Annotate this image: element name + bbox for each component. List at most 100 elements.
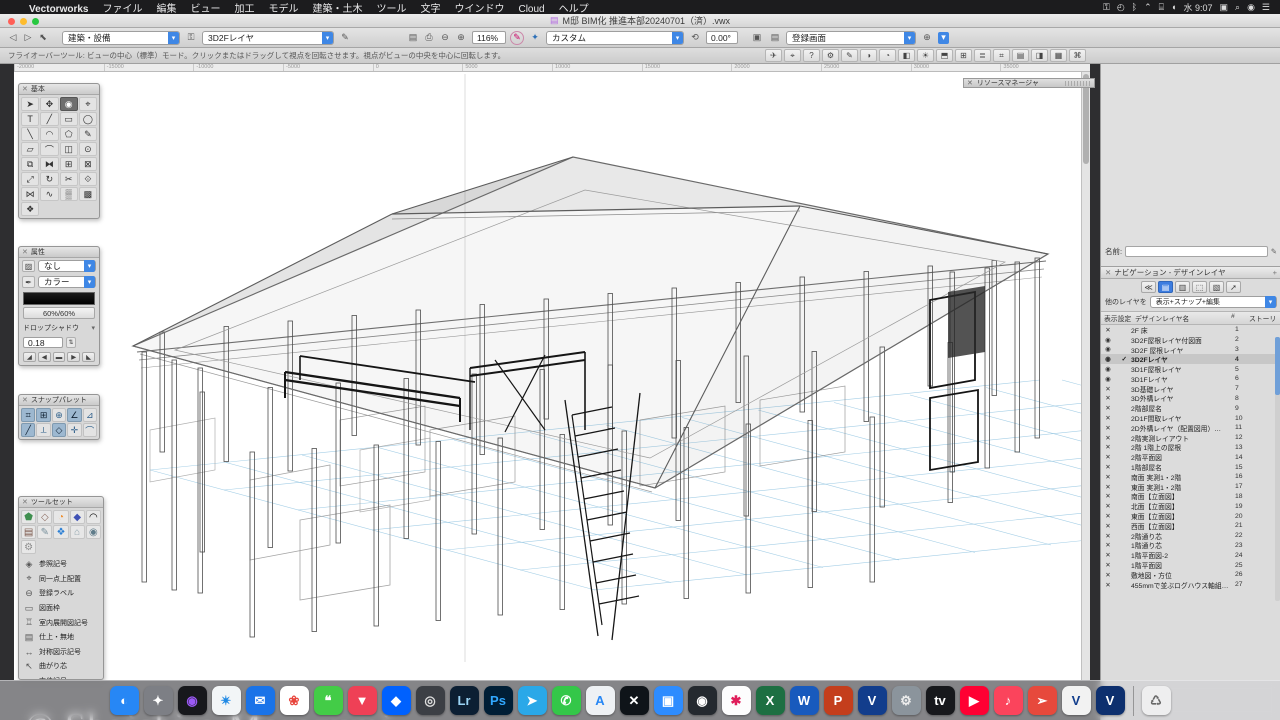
model-toolset-icon[interactable]: ❖ (53, 525, 68, 539)
visual-toolset-icon[interactable]: ◉ (86, 525, 101, 539)
navigation-mode-icon[interactable]: ➚ (1226, 281, 1241, 293)
menu-clock[interactable]: 水 9:07 (1183, 1, 1212, 14)
layer-row[interactable]: ✕3D基礎レイヤ7 (1101, 384, 1280, 394)
status-icon[interactable]: ◴ (1117, 2, 1125, 13)
dock-icon-excel[interactable]: X (756, 686, 785, 715)
view-orientation-dropdown[interactable]: カスタム▾ (546, 31, 684, 45)
close-icon[interactable]: ✕ (22, 248, 28, 256)
layer-row[interactable]: ✕2階平面図14 (1101, 452, 1280, 462)
layer-row[interactable]: ◉✓3D2Fレイヤ4 (1101, 354, 1280, 364)
visibility-x-icon[interactable]: ✕ (1101, 404, 1115, 412)
toolset-tool[interactable]: ◈参照記号 (21, 557, 101, 572)
rotate-view-icon[interactable]: ⟲ (688, 31, 702, 45)
navigation-mode-icon[interactable]: ▤ (1158, 281, 1173, 293)
visibility-eye-icon[interactable]: ◉ (1101, 345, 1115, 353)
zoom-tool-icon[interactable]: ⊖ (438, 31, 452, 45)
furniture-toolset-icon[interactable]: ◠ (86, 510, 101, 524)
layer-row[interactable]: ✕東面【立面図】20 (1101, 511, 1280, 521)
column-tool[interactable]: ◫ (60, 142, 78, 156)
visibility-x-icon[interactable]: ✕ (1101, 551, 1115, 559)
toolset-tool[interactable]: ▭図面枠 (21, 601, 101, 616)
zoom-tool-icon[interactable]: ⊕ (454, 31, 468, 45)
bim-toolset-icon[interactable]: ◆ (70, 510, 85, 524)
attribute-mini-button[interactable]: ▶ (67, 352, 80, 362)
pattern-tool[interactable]: ▩ (79, 187, 97, 201)
layer-row[interactable]: ✕2D1F間取レイヤ10 (1101, 413, 1280, 423)
zoom-window-button[interactable] (32, 18, 39, 25)
dock-icon-maps[interactable]: ➢ (1028, 686, 1057, 715)
toolset-tool[interactable]: ⊖登録ラベル (21, 586, 101, 601)
visibility-x-icon[interactable]: ✕ (1101, 394, 1115, 402)
layer-row[interactable]: ◉3D2F 屋根レイヤ3 (1101, 345, 1280, 355)
circle-tool[interactable]: ◯ (79, 112, 97, 126)
visibility-x-icon[interactable]: ✕ (1101, 561, 1115, 569)
visibility-x-icon[interactable]: ✕ (1101, 473, 1115, 481)
layer-row[interactable]: ◉3D2F屋根レイヤ付図面2 (1101, 335, 1280, 345)
rotation-angle-field[interactable]: 0.00° (706, 31, 738, 44)
object-name-field[interactable] (1125, 246, 1268, 257)
status-icon[interactable]: ◉ (1247, 2, 1255, 13)
arc-tool[interactable]: ◠ (40, 127, 58, 141)
fill-bucket-icon[interactable]: ▨ (22, 260, 35, 272)
machine-toolset-icon[interactable]: ⌂ (70, 525, 85, 539)
diagonal-tool[interactable]: ╲ (21, 127, 39, 141)
dropshadow-toggle-icon[interactable]: ▾ (91, 324, 95, 332)
visibility-eye-icon[interactable]: ◉ (1101, 336, 1115, 344)
save-view-icon[interactable]: ⌘ (1069, 49, 1086, 62)
layer-row[interactable]: ✕1階通り芯23 (1101, 541, 1280, 551)
space-toolset-icon[interactable]: ◇ (37, 510, 52, 524)
menu-item[interactable]: ファイル (95, 4, 149, 15)
saved-views-dropdown[interactable]: 登録画面▾ (786, 31, 916, 45)
polygon-tool[interactable]: ⬠ (60, 127, 78, 141)
class-dropdown[interactable]: 建築・設備▾ (62, 31, 180, 45)
gear-icon[interactable]: ⚙ (822, 49, 839, 62)
zoom-tool-icon[interactable]: ▤ (406, 31, 420, 45)
detail-toolset-icon[interactable]: ◔ (53, 510, 68, 524)
navigation-mode-icon[interactable]: ▧ (1209, 281, 1224, 293)
snap-object-icon[interactable]: ⊞ (36, 408, 50, 422)
toolset-tool[interactable]: ↔対称図示記号 (21, 645, 101, 660)
dock-icon-vectorworks[interactable]: V (858, 686, 887, 715)
status-icon[interactable]: ⚿ (1103, 2, 1110, 13)
line-tool[interactable]: ╱ (40, 112, 58, 126)
dock-icon-safari[interactable]: ✴ (212, 686, 241, 715)
navigation-palette-header[interactable]: ✕ ナビゲーション - デザインレイヤ + (1101, 267, 1280, 279)
layer-row[interactable]: ✕1階部屋名15 (1101, 462, 1280, 472)
flyover-tool[interactable]: ◉ (60, 97, 78, 111)
menu-item[interactable]: ヘルプ (552, 4, 596, 15)
dock-icon-facetime[interactable]: ✆ (552, 686, 581, 715)
visibility-x-icon[interactable]: ✕ (1101, 434, 1115, 442)
layer-row[interactable]: ✕東面 実測1・2階17 (1101, 482, 1280, 492)
hatch-tool[interactable]: ▒ (60, 187, 78, 201)
visibility-x-icon[interactable]: ✕ (1101, 522, 1115, 530)
status-icon[interactable]: ☰ (1262, 2, 1270, 13)
point-tool[interactable]: ⊙ (79, 142, 97, 156)
palette-header[interactable]: ✕ ツールセット (19, 497, 103, 508)
visibility-x-icon[interactable]: ✕ (1101, 532, 1115, 540)
pen-icon[interactable]: ✎ (841, 49, 858, 62)
wall-toolset-icon[interactable]: ▤ (21, 525, 36, 539)
dock-icon-dropbox[interactable]: ◆ (382, 686, 411, 715)
attribute-mini-button[interactable]: ◣ (82, 352, 95, 362)
site-toolset-icon[interactable]: ⬟ (21, 510, 36, 524)
grid-icon[interactable]: ⊞ (955, 49, 972, 62)
close-icon[interactable]: ✕ (22, 498, 28, 506)
fillet-tool[interactable]: ⋈ (21, 187, 39, 201)
lineweight-stepper[interactable]: ⇅ (66, 337, 76, 348)
offset-tool[interactable]: ⟐ (79, 172, 97, 186)
rotate-tool[interactable]: ↻ (40, 172, 58, 186)
visibility-x-icon[interactable]: ✕ (1101, 385, 1115, 393)
config-toolset-icon[interactable]: ⚙ (21, 540, 36, 554)
dock-icon-launchpad[interactable]: ✦ (144, 686, 173, 715)
attr-map-tool[interactable]: ❖ (21, 202, 39, 216)
dock-icon-word[interactable]: W (790, 686, 819, 715)
snap-perp-icon[interactable]: ⟂ (36, 423, 50, 437)
grid-tool[interactable]: ⊞ (60, 157, 78, 171)
fill-style-dropdown[interactable]: なし▾ (38, 260, 96, 272)
view-history-icon[interactable]: ⬉ (36, 31, 50, 45)
visibility-x-icon[interactable]: ✕ (1101, 453, 1115, 461)
zoom-tool[interactable]: ⌖ (79, 97, 97, 111)
render-sphere-icon[interactable]: ◔ (879, 49, 896, 62)
layer-row[interactable]: ✕2階実測レイアウト12 (1101, 433, 1280, 443)
visibility-x-icon[interactable]: ✕ (1101, 492, 1115, 500)
